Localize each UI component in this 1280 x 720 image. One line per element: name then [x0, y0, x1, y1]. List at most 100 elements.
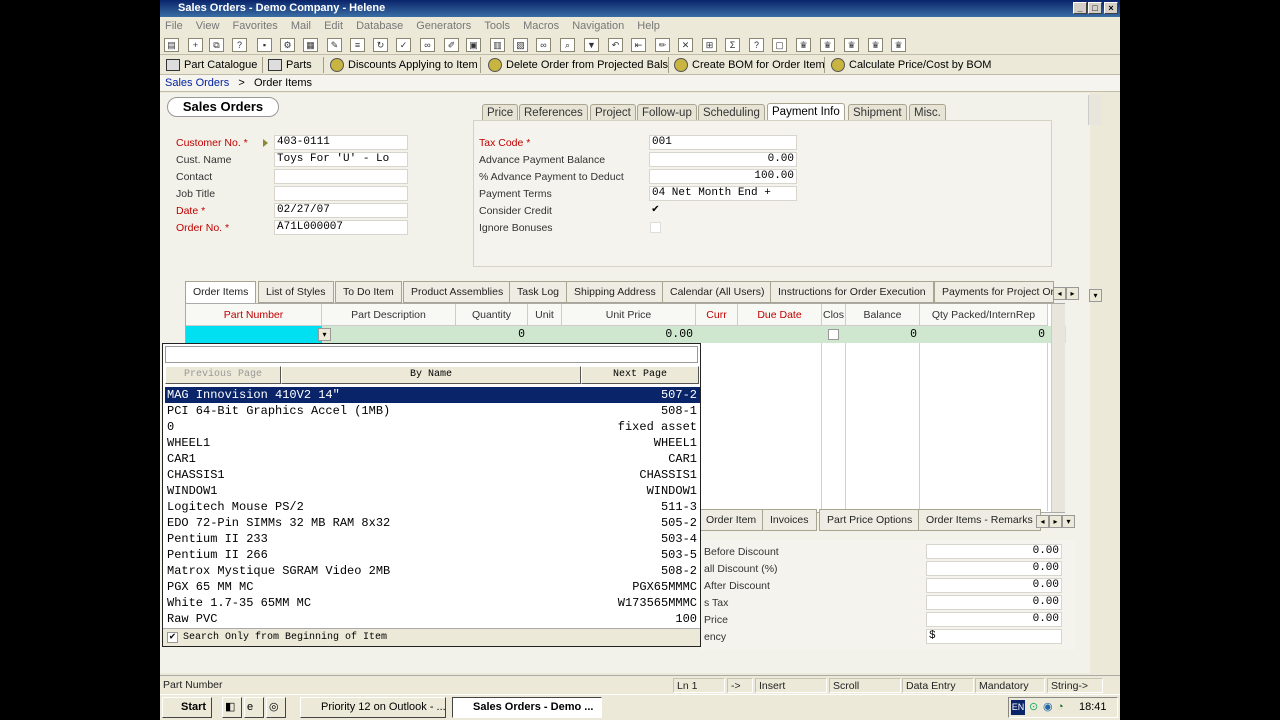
col-curr[interactable]: Curr — [696, 304, 738, 326]
overall-discount-field[interactable]: 0.00 — [926, 561, 1062, 576]
qty-packed-cell[interactable]: 0 — [920, 326, 1048, 343]
tab-payments-for-project[interactable]: Payments for Project Or — [934, 281, 1054, 303]
list-item[interactable]: Logitech Mouse PS/2 511-3 — [165, 499, 700, 515]
menu-favorites[interactable]: Favorites — [233, 20, 278, 32]
menu-macros[interactable]: Macros — [523, 20, 559, 32]
update-icon[interactable]: ◔ — [1057, 698, 1064, 717]
sales-tax-field[interactable]: 0.00 — [926, 595, 1062, 610]
clipboard-icon[interactable]: ▣ — [466, 38, 481, 52]
lookup-search-input[interactable] — [165, 346, 698, 363]
list-item[interactable]: Matrox Mystique SGRAM Video 2MB 508-2 — [165, 563, 700, 579]
trophy-icon[interactable]: ♛ — [796, 38, 811, 52]
contact-field[interactable] — [274, 169, 408, 184]
part-number-cell[interactable] — [186, 326, 322, 343]
maximize-button[interactable]: □ — [1088, 2, 1102, 14]
start-button[interactable]: Start — [162, 697, 212, 718]
tab-part-price-options[interactable]: Part Price Options — [819, 509, 921, 531]
tab-shipment[interactable]: Shipment — [848, 104, 907, 120]
list-item[interactable]: EDO 72-Pin SIMMs 32 MB RAM 8x32 505-2 — [165, 515, 700, 531]
menu-edit[interactable]: Edit — [324, 20, 343, 32]
menu-view[interactable]: View — [196, 20, 220, 32]
next-page-button[interactable]: Next Page — [581, 366, 699, 384]
trophy5-icon[interactable]: ♛ — [891, 38, 906, 52]
tab-order-items[interactable]: Order Items — [185, 281, 257, 303]
tab-payment-info[interactable]: Payment Info — [767, 103, 845, 120]
list-item[interactable]: White 1.7-35 65MM MC W173565MMMC — [165, 595, 700, 611]
form-icon[interactable]: ▦ — [303, 38, 318, 52]
sum-icon[interactable]: Σ — [725, 38, 740, 52]
note-icon[interactable]: ✐ — [444, 38, 459, 52]
list-item[interactable]: CAR1 CAR1 — [165, 451, 700, 467]
list-item[interactable]: PGX 65 MM MC PGX65MMMC — [165, 579, 700, 595]
payment-terms-field[interactable]: 04 Net Month End + — [649, 186, 797, 201]
trophy4-icon[interactable]: ♛ — [868, 38, 883, 52]
menu-help[interactable]: Help — [637, 20, 660, 32]
bottom-tab-left-icon[interactable]: ◂ — [1036, 515, 1049, 528]
report-icon[interactable]: ▧ — [513, 38, 528, 52]
taskbar-outlook-task[interactable]: Priority 12 on Outlook - ... — [300, 697, 446, 718]
tab-order-items-remarks[interactable]: Order Items - Remarks — [918, 509, 1041, 531]
col-due-date[interactable]: Due Date — [738, 304, 822, 326]
clos-checkbox[interactable] — [828, 329, 839, 340]
tab-scroll-left-icon[interactable]: ◂ — [1053, 287, 1066, 300]
tree-icon[interactable]: ⊞ — [702, 38, 717, 52]
date-field[interactable]: 02/27/07 — [274, 203, 408, 218]
paste-icon[interactable]: ▥ — [490, 38, 505, 52]
by-name-button[interactable]: By Name — [281, 366, 581, 384]
customer-no-field[interactable]: 403-0111 — [274, 135, 408, 150]
save-icon[interactable]: ▪ — [257, 38, 272, 52]
menu-database[interactable]: Database — [356, 20, 403, 32]
search-beginning-checkbox[interactable]: ✔ — [167, 632, 178, 643]
refresh-icon[interactable]: ↻ — [373, 38, 388, 52]
ignore-bonuses-checkbox[interactable] — [650, 222, 661, 233]
tab-to-do-item[interactable]: To Do Item — [335, 281, 402, 303]
desktop-icon[interactable]: ◧ — [222, 697, 242, 718]
undo-icon[interactable]: ↶ — [608, 38, 623, 52]
order-no-field[interactable]: A71L000007 — [274, 220, 408, 235]
col-quantity[interactable]: Quantity — [456, 304, 528, 326]
browser-icon[interactable]: e — [244, 697, 264, 718]
gear-icon[interactable]: ⚙ — [280, 38, 295, 52]
help-icon[interactable]: ? — [749, 38, 764, 52]
col-balance[interactable]: Balance — [846, 304, 920, 326]
first-record-icon[interactable]: ⇤ — [631, 38, 646, 52]
sort-icon[interactable]: ≡ — [350, 38, 365, 52]
currency-field[interactable]: $ — [926, 629, 1062, 644]
part-catalogue-button[interactable]: Part Catalogue — [164, 57, 257, 73]
tab-list-of-styles[interactable]: List of Styles — [258, 281, 334, 303]
grid-dropdown-icon[interactable]: ▾ — [1089, 289, 1102, 302]
list-item[interactable]: PCI 64-Bit Graphics Accel (1MB) 508-1 — [165, 403, 700, 419]
new-record-icon[interactable]: + — [188, 38, 203, 52]
minimize-button[interactable]: _ — [1073, 2, 1087, 14]
list-item[interactable]: 0 fixed asset — [165, 419, 700, 435]
check-icon[interactable]: ✓ — [396, 38, 411, 52]
list-item[interactable]: WINDOW1 WINDOW1 — [165, 483, 700, 499]
tab-task-log[interactable]: Task Log — [509, 281, 568, 303]
col-clos[interactable]: Clos — [822, 304, 846, 326]
table-row[interactable]: ▾ 0 0.00 0 0 — [186, 326, 1066, 343]
tab-scroll-right-icon[interactable]: ▸ — [1066, 287, 1079, 300]
tab-product-assemblies[interactable]: Product Assemblies — [403, 281, 512, 303]
tab-references[interactable]: References — [519, 104, 588, 120]
col-part-number[interactable]: Part Number — [186, 304, 322, 326]
form-scrollbar[interactable] — [1088, 95, 1102, 125]
copy-record-icon[interactable]: ⧉ — [209, 38, 224, 52]
menu-navigation[interactable]: Navigation — [572, 20, 624, 32]
balance-cell[interactable]: 0 — [846, 326, 920, 343]
consider-credit-checkbox[interactable]: ✔ — [650, 205, 661, 216]
link-icon[interactable]: ∞ — [420, 38, 435, 52]
create-bom-button[interactable]: Create BOM for Order Item — [672, 57, 825, 73]
bottom-tab-right-icon[interactable]: ▸ — [1049, 515, 1062, 528]
pencil-icon[interactable]: ✏ — [655, 38, 670, 52]
delete-order-button[interactable]: Delete Order from Projected Bals — [486, 57, 668, 73]
binoculars-icon[interactable]: ∞ — [536, 38, 551, 52]
taskbar-sales-orders-task[interactable]: Sales Orders - Demo ... — [452, 697, 602, 718]
language-indicator[interactable]: EN — [1011, 700, 1025, 715]
menu-mail[interactable]: Mail — [291, 20, 311, 32]
tab-calendar[interactable]: Calendar (All Users) — [662, 281, 773, 303]
outlook-icon[interactable]: ◎ — [266, 697, 286, 718]
col-part-description[interactable]: Part Description — [322, 304, 456, 326]
col-unit[interactable]: Unit — [528, 304, 562, 326]
grid-scrollbar[interactable] — [1051, 304, 1065, 512]
close-button[interactable]: × — [1104, 2, 1118, 14]
